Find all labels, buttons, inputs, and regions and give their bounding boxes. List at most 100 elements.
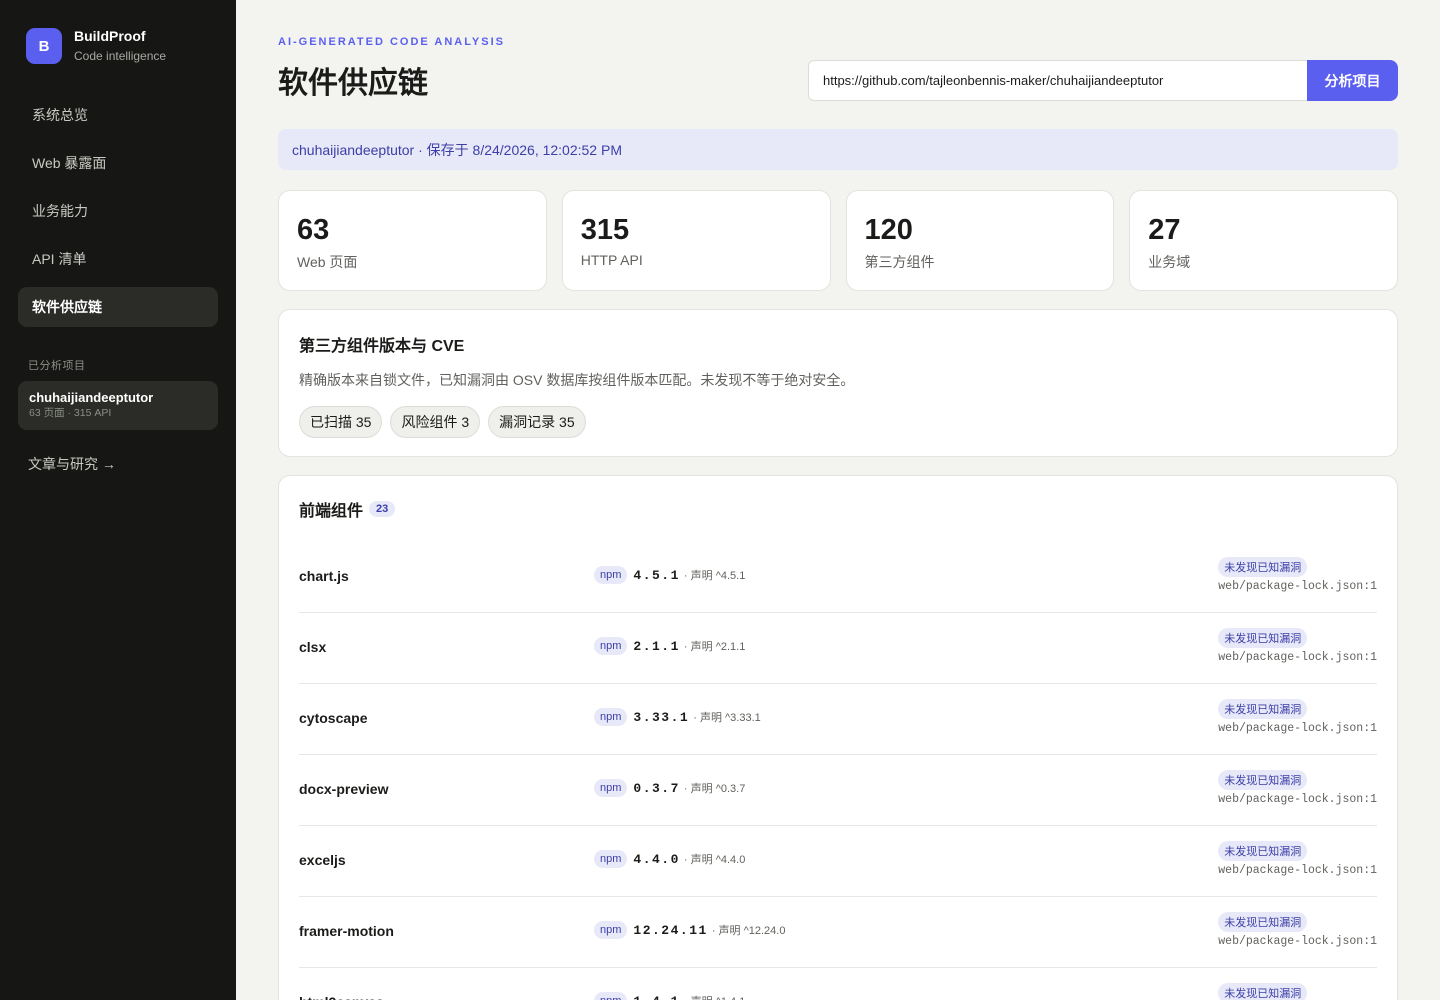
sidebar-item-api-list[interactable]: API 清单: [18, 239, 218, 279]
table-row[interactable]: clsx npm 2.1.1 · 声明 ^2.1.1 未发现已知漏洞 web/packag…: [299, 613, 1377, 684]
brand[interactable]: B BuildProof Code intelligence: [26, 27, 166, 65]
project-name: chuhaijiandeeptutor: [29, 390, 154, 405]
status-badge: 未发现已知漏洞: [1218, 912, 1308, 932]
registry-badge: npm: [594, 779, 628, 797]
component-version: npm 0.3.7 · 声明 ^0.3.7: [594, 779, 745, 797]
declared-version: · 声明 ^12.24.0: [711, 925, 786, 937]
stat-value: 27: [1148, 214, 1181, 246]
component-name[interactable]: framer-motion: [299, 923, 394, 939]
eyebrow: AI-GENERATED CODE ANALYSIS: [278, 36, 506, 48]
registry-badge: npm: [594, 921, 628, 939]
resolved-version: 0.3.7: [633, 780, 680, 796]
resolved-version: 4.4.0: [633, 851, 680, 867]
sidebar-nav: 系统总览 Web 暴露面 业务能力 API 清单 软件供应链: [18, 95, 218, 335]
components-count-badge: 23: [369, 501, 396, 517]
components-title: 前端组件: [299, 503, 364, 520]
declared-version: · 声明 ^3.33.1: [693, 712, 761, 724]
chip-risky-components[interactable]: 风险组件 3: [390, 406, 481, 438]
stat-label: HTTP API: [580, 252, 643, 268]
table-row[interactable]: cytoscape npm 3.33.1 · 声明 ^3.33.1 未发现已知漏洞 web…: [299, 684, 1377, 755]
component-status: 未发现已知漏洞web/package-lock.json:1: [1218, 983, 1377, 1000]
save-banner-text: chuhaijiandeeptutor · 保存于 8/24/2026, 12:…: [292, 141, 622, 158]
status-badge: 未发现已知漏洞: [1218, 557, 1308, 577]
sidebar-item-web-exposure[interactable]: Web 暴露面: [18, 143, 218, 183]
component-status: 未发现已知漏洞 web/package-lock.json:1: [1218, 699, 1377, 735]
component-status: 未发现已知漏洞web/package-lock.json:1: [1218, 770, 1377, 806]
table-row[interactable]: docx-preview npm 0.3.7 · 声明 ^0.3.7 未发现已知漏洞 we…: [299, 755, 1377, 826]
resolved-version: 12.24.11: [633, 922, 708, 938]
brand-text: BuildProof Code intelligence: [74, 27, 166, 65]
stat-card-business-domains: 27 业务域: [1129, 190, 1398, 291]
resolved-version: 1.4.1: [633, 994, 680, 1000]
component-version: npm 4.5.1 · 声明 ^4.5.1: [594, 566, 745, 584]
lockfile-path[interactable]: web/package-lock.json:1: [1218, 935, 1377, 948]
status-badge: 未发现已知漏洞: [1218, 841, 1308, 861]
lockfile-path[interactable]: web/package-lock.json:1: [1218, 651, 1377, 664]
repo-url-input[interactable]: [808, 60, 1308, 101]
components-list: chart.js npm 4.5.1 · 声明 ^4.5.1 未发现已知漏洞 web/pa…: [299, 542, 1377, 1000]
component-name[interactable]: exceljs: [299, 852, 346, 868]
resolved-version: 4.5.1: [633, 567, 680, 583]
table-row[interactable]: chart.js npm 4.5.1 · 声明 ^4.5.1 未发现已知漏洞 web/pa…: [299, 542, 1377, 613]
component-name[interactable]: clsx: [299, 639, 326, 655]
analyze-button[interactable]: 分析项目: [1307, 60, 1398, 101]
component-status: 未发现已知漏洞 web/package-lock.json:1: [1218, 912, 1377, 948]
brand-name: BuildProof: [74, 28, 146, 44]
registry-badge: npm: [594, 708, 628, 726]
brand-logo: B: [26, 28, 62, 64]
status-badge: 未发现已知漏洞: [1218, 699, 1308, 719]
registry-badge: npm: [594, 637, 628, 655]
component-status: 未发现已知漏洞 web/package-lock.json:1: [1218, 557, 1377, 593]
component-name[interactable]: cytoscape: [299, 710, 367, 726]
articles-link[interactable]: 文章与研究 →: [28, 454, 116, 474]
stat-card-web-pages: 63 Web 页面: [278, 190, 547, 291]
declared-version: · 声明 ^4.5.1: [683, 570, 746, 582]
table-row[interactable]: framer-motion npm 12.24.11 · 声明 ^12.24.0 未发现…: [299, 897, 1377, 968]
component-name[interactable]: html2canvas: [299, 994, 384, 1000]
chip-vuln-records[interactable]: 漏洞记录 35: [488, 406, 586, 438]
registry-badge: npm: [594, 850, 628, 868]
cve-description: 精确版本来自锁文件，已知漏洞由 OSV 数据库按组件版本匹配。未发现不等于绝对安…: [299, 372, 855, 388]
stats-row: 63 Web 页面 315 HTTP API 120 第三方组件 27 业务域: [278, 190, 1398, 291]
project-meta: 63 页面 · 315 API: [29, 407, 112, 419]
lockfile-path[interactable]: web/package-lock.json:1: [1218, 722, 1377, 735]
status-badge: 未发现已知漏洞: [1218, 983, 1308, 1000]
cve-title: 第三方组件版本与 CVE: [299, 338, 465, 355]
component-name[interactable]: chart.js: [299, 568, 349, 584]
chip-scanned[interactable]: 已扫描 35: [299, 406, 383, 438]
lockfile-path[interactable]: web/package-lock.json:1: [1218, 864, 1377, 877]
stat-value: 315: [580, 214, 630, 246]
cve-card: 第三方组件版本与 CVE 精确版本来自锁文件，已知漏洞由 OSV 数据库按组件版…: [278, 309, 1398, 457]
registry-badge: npm: [594, 566, 628, 584]
table-row[interactable]: exceljs npm 4.4.0 · 声明 ^4.4.0 未发现已知漏洞 web/pac…: [299, 826, 1377, 897]
stat-label: Web 页面: [297, 254, 358, 270]
table-row[interactable]: html2canvas npm 1.4.1 · 声明 ^1.4.1 未发现已知漏洞web…: [299, 968, 1377, 1000]
component-version: npm 1.4.1 · 声明 ^1.4.1: [594, 992, 745, 1000]
component-version: npm 12.24.11 · 声明 ^12.24.0: [594, 921, 785, 939]
component-version: npm 3.33.1 · 声明 ^3.33.1: [594, 708, 761, 726]
declared-version: · 声明 ^4.4.0: [683, 854, 746, 866]
projects-section-label: 已分析项目: [28, 360, 86, 372]
stat-label: 第三方组件: [864, 254, 935, 270]
status-badge: 未发现已知漏洞: [1218, 628, 1308, 648]
sidebar-item-supply-chain[interactable]: 软件供应链: [18, 287, 218, 327]
stat-value: 63: [297, 214, 330, 246]
stat-card-third-party: 120 第三方组件: [845, 190, 1115, 291]
lockfile-path[interactable]: web/package-lock.json:1: [1218, 793, 1377, 806]
component-name[interactable]: docx-preview: [299, 781, 388, 797]
brand-subtitle: Code intelligence: [74, 49, 167, 63]
component-version: npm 2.1.1 · 声明 ^2.1.1: [594, 637, 745, 655]
sidebar: B BuildProof Code intelligence 系统总览 Web …: [0, 0, 236, 1000]
cve-chips: 已扫描 35 风险组件 3 漏洞记录 35: [299, 406, 1377, 438]
declared-version: · 声明 ^0.3.7: [683, 783, 746, 795]
sidebar-item-overview[interactable]: 系统总览: [18, 95, 218, 135]
components-card: 前端组件 23 chart.js npm 4.5.1 · 声明 ^4.5.1 未发现已知…: [278, 475, 1398, 1000]
sidebar-item-capabilities[interactable]: 业务能力: [18, 191, 218, 231]
stat-label: 业务域: [1148, 254, 1191, 270]
resolved-version: 2.1.1: [633, 638, 680, 654]
registry-badge: npm: [594, 992, 628, 1000]
declared-version: · 声明 ^1.4.1: [684, 993, 745, 1000]
project-card[interactable]: chuhaijiandeeptutor 63 页面 · 315 API: [18, 381, 218, 430]
lockfile-path[interactable]: web/package-lock.json:1: [1218, 580, 1377, 593]
component-version: npm 4.4.0 · 声明 ^4.4.0: [594, 850, 745, 868]
